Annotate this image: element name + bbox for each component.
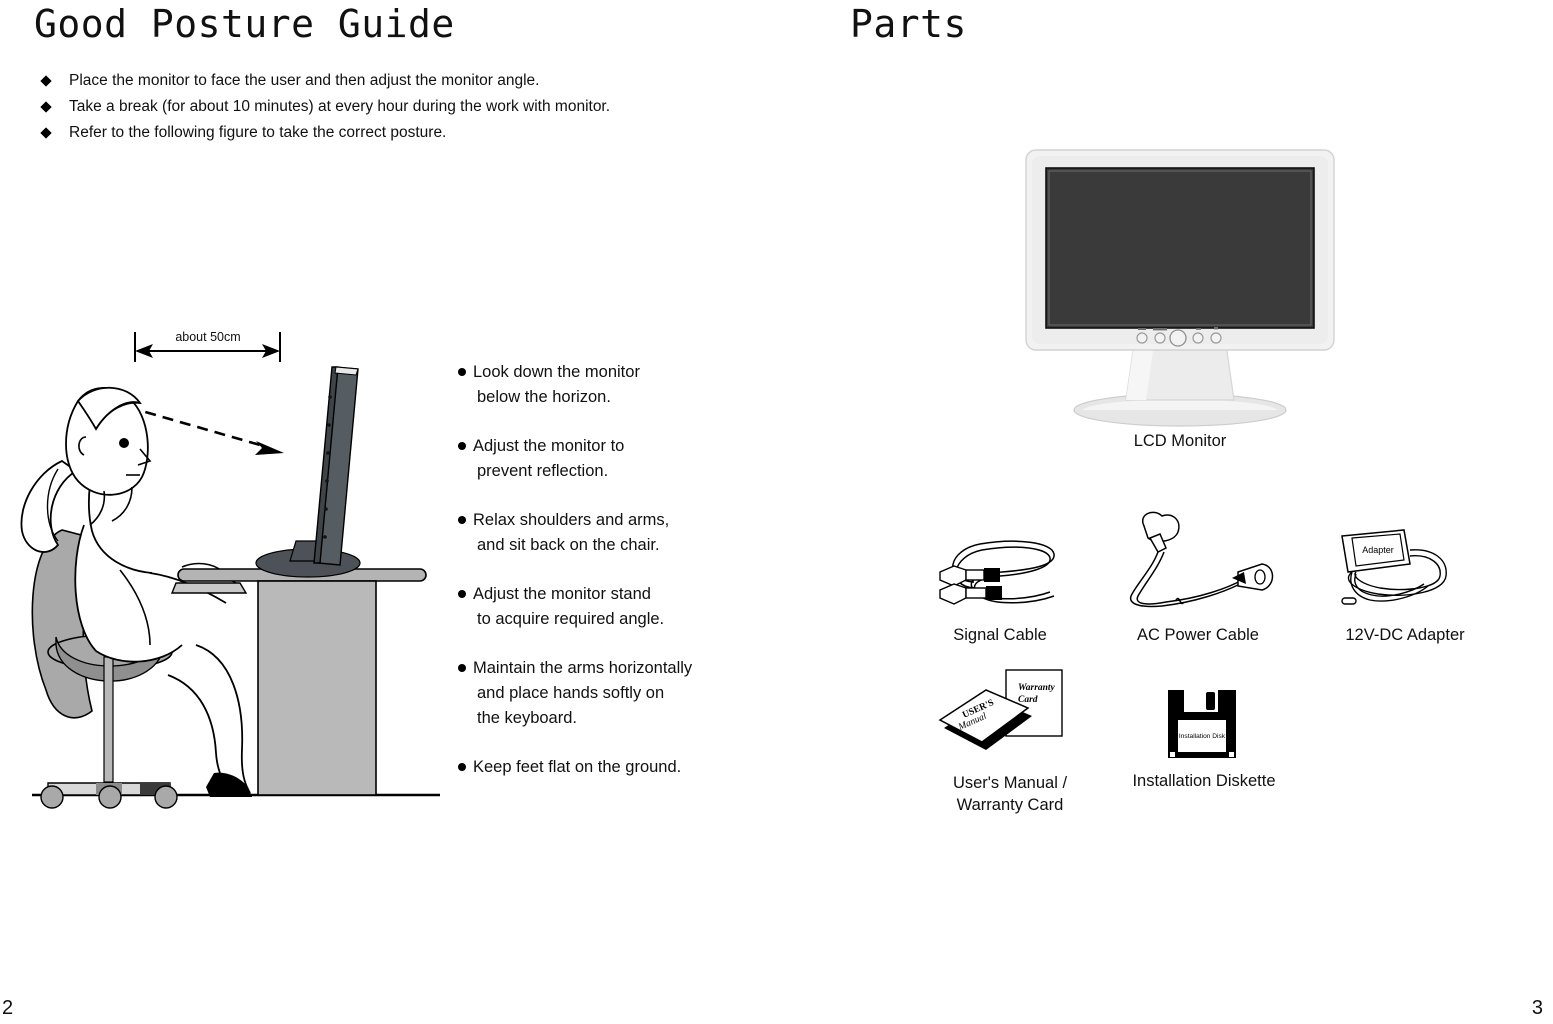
round-bullet-icon (458, 590, 466, 598)
page-title-parts: Parts (850, 2, 967, 46)
ac-plug-icon (1141, 511, 1180, 553)
manual-warranty-caption: User's Manual / Warranty Card (900, 772, 1120, 816)
guideline-text: Place the monitor to face the user and t… (69, 72, 540, 89)
eye (119, 438, 129, 448)
posture-note: Relax shoulders and arms, and sit back on… (458, 508, 758, 558)
posture-illustration (0, 345, 445, 815)
power-button (1169, 329, 1187, 347)
diamond-bullet-icon (40, 101, 52, 113)
guideline-text: Refer to the following figure to take th… (69, 124, 447, 141)
floppy-label-text: Installation Disk (1179, 733, 1226, 740)
guideline-item: Take a break (for about 10 minutes) at e… (38, 94, 738, 120)
chair-caster (40, 785, 64, 809)
posture-note: Keep feet flat on the ground. (458, 755, 758, 780)
signal-cable-caption: Signal Cable (953, 626, 1047, 644)
diamond-bullet-icon (40, 75, 52, 87)
dimension-label: about 50cm (175, 330, 241, 344)
posture-note: Adjust the monitor to prevent reflection. (458, 434, 758, 484)
guideline-item: Refer to the following figure to take th… (38, 120, 738, 146)
ac-power-cable-caption: AC Power Cable (1137, 626, 1259, 644)
control-button (1192, 332, 1204, 344)
round-bullet-icon (458, 516, 466, 524)
adapter-label: Adapter (1362, 545, 1394, 555)
page-number-left: 2 (2, 997, 14, 1019)
lcd-monitor-caption: LCD Monitor (1133, 432, 1227, 450)
guidelines-list: Place the monitor to face the user and t… (38, 68, 738, 146)
guideline-item: Place the monitor to face the user and t… (38, 68, 738, 94)
posture-note: Adjust the monitor stand to acquire requi… (458, 582, 758, 632)
manual-warranty-caption-line1: User's Manual / (952, 774, 1068, 792)
round-bullet-icon (458, 763, 466, 771)
page-number-right: 3 (1531, 997, 1543, 1019)
dc-adapter-caption: 12V-DC Adapter (1345, 626, 1465, 644)
adapter-brick: Adapter (1341, 529, 1411, 573)
lcd-monitor-illustration (1020, 148, 1340, 435)
keyboard (170, 582, 248, 594)
dc-plug-icon (1341, 597, 1357, 605)
posture-note: Look down the monitor below the horizon. (458, 360, 758, 410)
manual-warranty-caption-line2: Warranty Card (956, 796, 1064, 814)
round-bullet-icon (458, 368, 466, 376)
warranty-card-label-line1: Warranty (1018, 683, 1056, 693)
control-button (1154, 332, 1166, 344)
guideline-text: Take a break (for about 10 minutes) at e… (69, 98, 611, 115)
left-page: Good Posture Guide Place the monitor to … (0, 0, 820, 1024)
desk-pedestal (257, 580, 377, 796)
round-bullet-icon (458, 442, 466, 450)
chair-caster (98, 785, 122, 809)
installation-diskette-illustration: Installation Disk (1164, 688, 1244, 771)
diamond-bullet-icon (40, 127, 52, 139)
posture-note: Maintain the arms horizontally and place … (458, 656, 758, 731)
line-of-sight-icon (127, 405, 284, 455)
iec-connector-icon (1232, 563, 1274, 591)
manual-warranty-illustration: Warranty Card USER'S Manual (938, 668, 1078, 773)
right-page: Parts LCD Monitor Signal Cable AC Power … (820, 0, 1553, 1024)
signal-cable-connector (939, 565, 1000, 587)
dc-adapter-illustration: Adapter (1330, 522, 1480, 623)
round-bullet-icon (458, 664, 466, 672)
warranty-card-label-line2: Card (1018, 695, 1038, 705)
chair-column (103, 656, 114, 783)
signal-cable-illustration (936, 516, 1066, 621)
control-button (1136, 332, 1148, 344)
control-button (1210, 332, 1222, 344)
page-title-good-posture-guide: Good Posture Guide (34, 2, 455, 46)
ac-power-cable-illustration (1120, 508, 1280, 623)
monitor-panel-side (313, 366, 359, 566)
posture-notes-list: Look down the monitor below the horizon. A… (458, 360, 758, 804)
chair-caster (154, 785, 178, 809)
installation-diskette-caption: Installation Diskette (1132, 772, 1276, 790)
